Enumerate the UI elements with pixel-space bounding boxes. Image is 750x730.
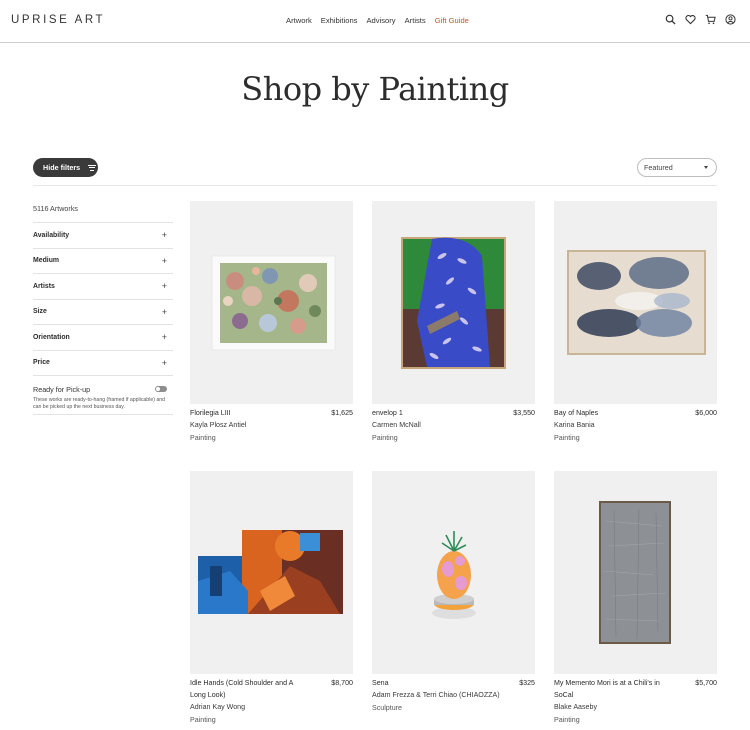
artwork-image[interactable] bbox=[190, 471, 353, 674]
search-icon[interactable] bbox=[665, 14, 676, 25]
product-info: Bay of Naples $6,000 Karina Bania Painti… bbox=[554, 404, 717, 444]
artwork-image[interactable] bbox=[190, 201, 353, 404]
product-card[interactable]: Sena $325 Adam Frezza & Terri Chiao (CHI… bbox=[372, 471, 535, 714]
product-medium: Painting bbox=[190, 716, 216, 724]
product-artist[interactable]: Adrian Kay Wong bbox=[190, 701, 353, 713]
product-price: $6,000 bbox=[695, 409, 717, 417]
product-info: Florilegia LIII $1,625 Kayla Plosz Antie… bbox=[190, 404, 353, 444]
facet-label: Medium bbox=[33, 257, 60, 265]
facet-label: Price bbox=[33, 359, 50, 367]
product-medium: Painting bbox=[372, 434, 398, 442]
cart-icon[interactable] bbox=[705, 14, 716, 25]
product-medium: Painting bbox=[190, 434, 216, 442]
site-header: UPRISE ART Artwork Exhibitions Advisory … bbox=[0, 0, 750, 43]
product-title[interactable]: envelop 1 bbox=[372, 407, 490, 419]
pickup-description: These works are ready-to-hang (framed if… bbox=[33, 397, 166, 411]
facet-artists[interactable]: Artists + bbox=[33, 273, 173, 299]
heart-icon[interactable] bbox=[685, 14, 696, 25]
product-medium: Painting bbox=[554, 716, 580, 724]
nav-artwork[interactable]: Artwork bbox=[286, 16, 312, 25]
sort-value: Featured bbox=[644, 163, 673, 172]
product-info: My Memento Mori is at a Chili's in SoCal… bbox=[554, 674, 717, 726]
product-price: $5,700 bbox=[695, 679, 717, 687]
facet-orientation[interactable]: Orientation + bbox=[33, 324, 173, 350]
account-icon[interactable] bbox=[725, 14, 736, 25]
plus-icon: + bbox=[161, 332, 167, 343]
product-card[interactable]: envelop 1 $3,550 Carmen McNall Painting bbox=[372, 201, 535, 444]
facet-label: Orientation bbox=[33, 333, 70, 341]
product-medium: Painting bbox=[554, 434, 580, 442]
artwork-image[interactable] bbox=[372, 471, 535, 674]
product-price: $8,700 bbox=[331, 679, 353, 687]
product-title[interactable]: Florilegia LIII bbox=[190, 407, 308, 419]
facet-size[interactable]: Size + bbox=[33, 298, 173, 325]
plus-icon: + bbox=[161, 281, 167, 292]
pickup-label: Ready for Pick-up bbox=[33, 385, 91, 394]
facet-price[interactable]: Price + bbox=[33, 349, 173, 376]
product-title[interactable]: My Memento Mori is at a Chili's in SoCal bbox=[554, 677, 672, 701]
product-card[interactable]: Idle Hands (Cold Shoulder and A Long Loo… bbox=[190, 471, 353, 726]
product-info: Idle Hands (Cold Shoulder and A Long Loo… bbox=[190, 674, 353, 726]
product-info: envelop 1 $3,550 Carmen McNall Painting bbox=[372, 404, 535, 444]
nav-gift-guide[interactable]: Gift Guide bbox=[435, 16, 469, 25]
product-artist[interactable]: Kayla Plosz Antiel bbox=[190, 419, 353, 431]
product-artist[interactable]: Adam Frezza & Terri Chiao (CHIAOZZA) bbox=[372, 689, 535, 701]
artwork-count: 5116 Artworks bbox=[33, 204, 79, 213]
product-title[interactable]: Bay of Naples bbox=[554, 407, 672, 419]
page-title: Shop by Painting bbox=[241, 70, 509, 108]
plus-icon: + bbox=[161, 357, 167, 368]
nav-advisory[interactable]: Advisory bbox=[366, 16, 395, 25]
product-price: $325 bbox=[519, 679, 535, 687]
product-card[interactable]: My Memento Mori is at a Chili's in SoCal… bbox=[554, 471, 717, 726]
plus-icon: + bbox=[161, 306, 167, 317]
facet-label: Artists bbox=[33, 282, 55, 290]
facet-label: Availability bbox=[33, 231, 70, 239]
facet-medium[interactable]: Medium + bbox=[33, 247, 173, 274]
product-artist[interactable]: Karina Bania bbox=[554, 419, 717, 431]
nav-exhibitions[interactable]: Exhibitions bbox=[321, 16, 358, 25]
divider bbox=[33, 185, 717, 186]
hide-filters-button[interactable]: Hide filters bbox=[33, 158, 98, 177]
product-title[interactable]: Sena bbox=[372, 677, 490, 689]
artwork-image[interactable] bbox=[554, 471, 717, 674]
product-artist[interactable]: Blake Aaseby bbox=[554, 701, 717, 713]
nav-artists[interactable]: Artists bbox=[405, 16, 426, 25]
facet-availability[interactable]: Availability + bbox=[33, 222, 173, 248]
product-card[interactable]: Florilegia LIII $1,625 Kayla Plosz Antie… bbox=[190, 201, 353, 444]
artwork-image[interactable] bbox=[554, 201, 717, 404]
product-price: $3,550 bbox=[513, 409, 535, 417]
product-medium: Sculpture bbox=[372, 704, 402, 712]
artwork-image[interactable] bbox=[372, 201, 535, 404]
product-title[interactable]: Idle Hands (Cold Shoulder and A Long Loo… bbox=[190, 677, 308, 701]
plus-icon: + bbox=[161, 255, 167, 266]
product-artist[interactable]: Carmen McNall bbox=[372, 419, 535, 431]
site-logo[interactable]: UPRISE ART bbox=[11, 14, 105, 26]
product-info: Sena $325 Adam Frezza & Terri Chiao (CHI… bbox=[372, 674, 535, 714]
pickup-filter: Ready for Pick-up These works are ready-… bbox=[33, 375, 173, 415]
product-card[interactable]: Bay of Naples $6,000 Karina Bania Painti… bbox=[554, 201, 717, 444]
product-price: $1,625 bbox=[331, 409, 353, 417]
sort-select[interactable]: Featured bbox=[637, 158, 717, 177]
filter-sidebar: 5116 Artworks Availability + Medium + Arti… bbox=[33, 200, 173, 415]
header-icons bbox=[665, 14, 736, 25]
hide-filters-label: Hide filters bbox=[43, 163, 81, 172]
filter-lines-icon bbox=[88, 164, 97, 171]
pickup-toggle[interactable] bbox=[155, 386, 167, 392]
facet-label: Size bbox=[33, 308, 47, 316]
main-nav: Artwork Exhibitions Advisory Artists Gif… bbox=[286, 16, 469, 25]
caret-down-icon bbox=[704, 166, 708, 169]
plus-icon: + bbox=[161, 230, 167, 241]
